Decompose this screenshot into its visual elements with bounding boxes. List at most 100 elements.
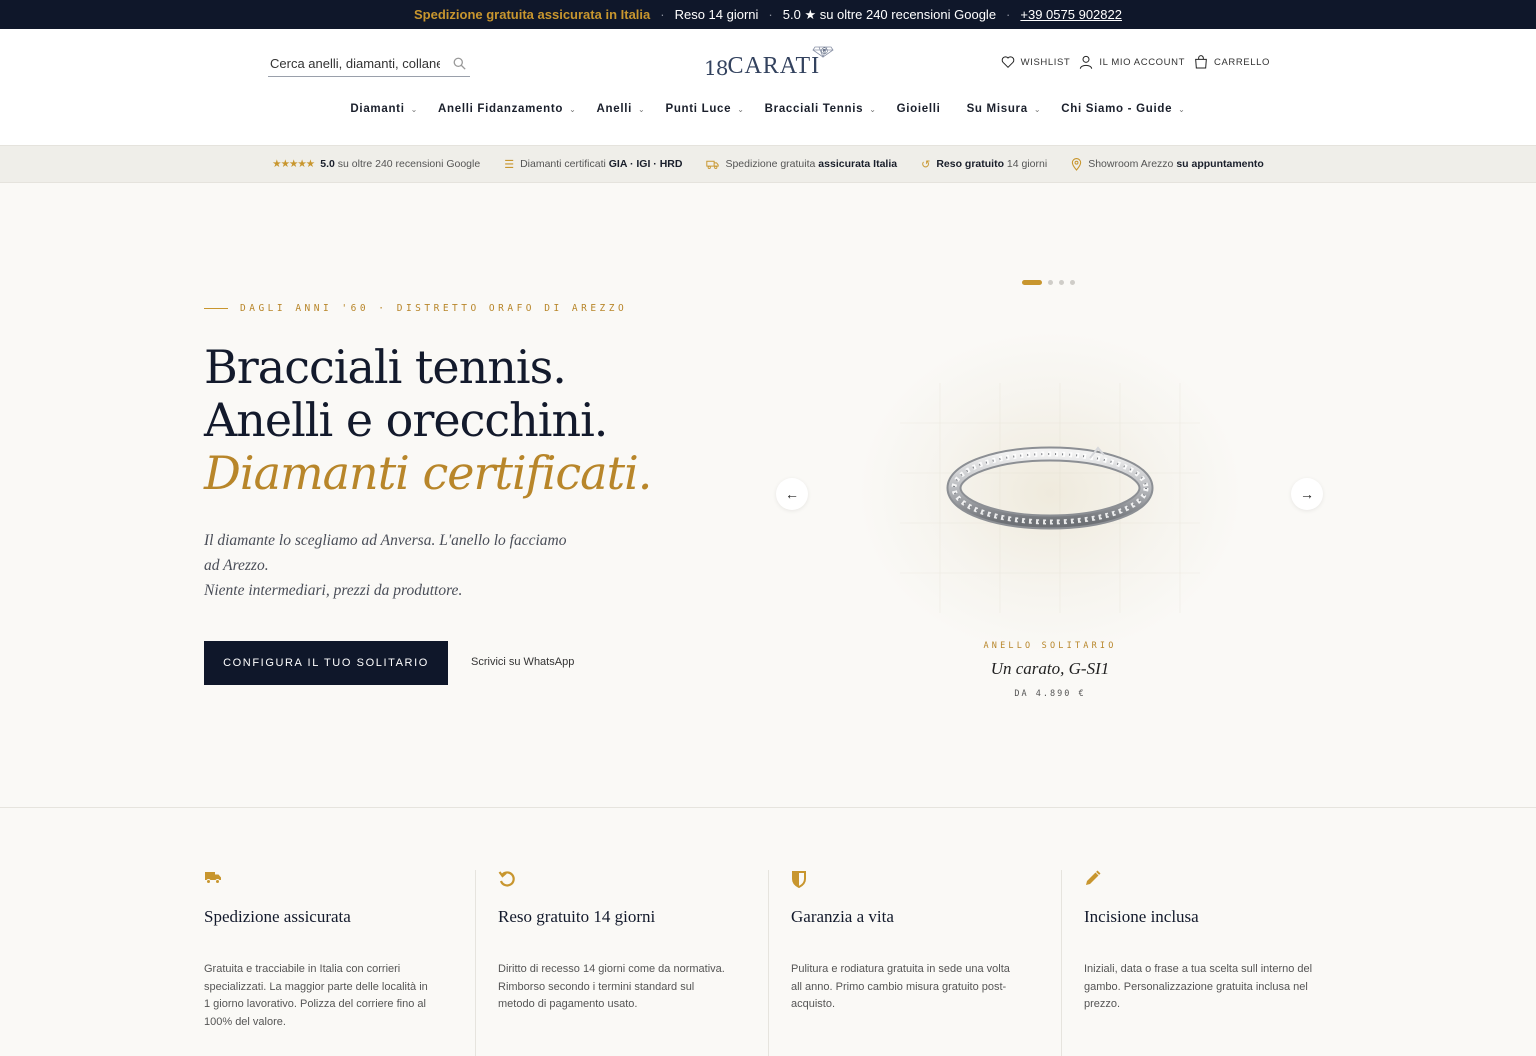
shield-icon	[791, 870, 1061, 890]
feature-text: Pulitura e rodiatura gratuita in sede un…	[791, 963, 1010, 1010]
chevron-down-icon: ⌄	[410, 104, 418, 114]
site-logo[interactable]: 18 CARATI ®	[704, 46, 844, 80]
hero-title: Bracciali tennis. Anelli e orecchini. Di…	[204, 341, 652, 500]
trust-certificates: ☰ Diamanti certificati GIA · IGI · HRD	[504, 158, 682, 171]
showroom-text: Showroom Arezzo	[1088, 158, 1174, 170]
account-label: IL MIO ACCOUNT	[1099, 56, 1185, 68]
cart-button[interactable]: CARRELLO	[1193, 54, 1270, 70]
product-category: ANELLO SOLITARIO	[983, 641, 1117, 651]
hero-title-line2: Anelli e orecchini.	[204, 393, 608, 447]
trust-returns: ↺ Reso gratuito 14 giorni	[921, 158, 1047, 171]
feature-title: Spedizione assicurata	[204, 907, 351, 926]
chevron-down-icon: ⌄	[869, 104, 877, 114]
announcement-returns: Reso 14 giorni	[674, 7, 759, 22]
arrow-left-icon: ←	[785, 486, 799, 502]
slider-dot-1[interactable]	[1022, 280, 1042, 285]
ship-bold: assicurata Italia	[818, 158, 898, 170]
hero-eyebrow: DAGLI ANNI '60 · DISTRETTO ORAFO DI AREZ…	[204, 303, 627, 314]
search-icon[interactable]	[453, 57, 466, 70]
features-section: Spedizione assicurata Gratuita e traccia…	[0, 808, 1536, 1056]
chevron-down-icon: ⌄	[569, 104, 577, 114]
feature-engraving: Incisione inclusa Iniziali, data o frase…	[1061, 870, 1354, 1056]
phone-link[interactable]: +39 0575 902822	[1020, 7, 1122, 22]
chevron-down-icon: ⌄	[1033, 104, 1042, 114]
return-bold: Reso gratuito	[936, 158, 1004, 170]
truck-icon	[706, 160, 720, 169]
trust-bar: ★★★★★ 5.0 su oltre 240 recensioni Google…	[0, 145, 1536, 183]
nav-label: Gioielli	[896, 103, 941, 115]
return-text: 14 giorni	[1006, 158, 1048, 170]
feature-returns: Reso gratuito 14 giorni Diritto di reces…	[475, 870, 768, 1056]
feature-text: Diritto di recesso 14 giorni come da nor…	[498, 963, 725, 1010]
header-actions: WISHLIST IL MIO ACCOUNT CARRELLO	[1000, 54, 1270, 70]
nav-item-bracciali-tennis[interactable]: Bracciali Tennis ⌄	[755, 103, 887, 115]
pencil-icon	[1084, 870, 1354, 890]
feature-text: Iniziali, data o frase a tua scelta sull…	[1084, 963, 1313, 1010]
nav-item-anelli-fidanzamento[interactable]: Anelli Fidanzamento ⌄	[428, 103, 587, 115]
search-input[interactable]	[270, 56, 440, 71]
layers-icon: ☰	[504, 158, 515, 171]
chevron-down-icon: ⌄	[1178, 104, 1186, 114]
chevron-down-icon: ⌄	[737, 104, 745, 114]
hero-lead-line1: Il diamante lo scegliamo ad Anversa. L'a…	[204, 532, 567, 574]
chevron-down-icon: ⌄	[638, 104, 646, 114]
separator-dot: ·	[660, 7, 665, 22]
nav-item-punti-luce[interactable]: Punti Luce ⌄	[655, 103, 754, 115]
slider-prev-button[interactable]: ←	[776, 478, 808, 510]
ship-text: Spedizione gratuita	[725, 158, 816, 170]
nav-label: Bracciali Tennis	[764, 103, 864, 115]
return-icon	[498, 870, 768, 890]
nav-label: Punti Luce	[665, 103, 732, 115]
eyebrow-text: DAGLI ANNI '60 · DISTRETTO ORAFO DI AREZ…	[240, 303, 628, 314]
nav-label: Chi Siamo - Guide	[1061, 103, 1173, 115]
separator-dot: ·	[768, 7, 773, 22]
logo-number: 18	[704, 56, 728, 80]
slider-next-button[interactable]: →	[1291, 478, 1323, 510]
feature-shipping: Spedizione assicurata Gratuita e traccia…	[204, 870, 497, 1056]
wishlist-button[interactable]: WISHLIST	[1000, 54, 1071, 70]
announcement-bar: Spedizione gratuita assicurata in Italia…	[0, 0, 1536, 29]
hero-lead-line2: Niente intermediari, prezzi da produttor…	[204, 582, 463, 599]
logo-word: CARATI	[727, 53, 821, 79]
nav-label: Su Misura	[966, 103, 1028, 115]
account-button[interactable]: IL MIO ACCOUNT	[1078, 54, 1185, 70]
arrow-right-icon: →	[1300, 486, 1314, 502]
user-icon	[1080, 55, 1093, 69]
return-icon: ↺	[921, 158, 931, 171]
nav-item-gioielli[interactable]: Gioielli	[887, 103, 957, 115]
hero-title-line3: Diamanti certificati.	[204, 446, 652, 500]
logo-diamond-icon	[812, 46, 834, 58]
rating-value: 5.0	[320, 158, 335, 170]
rating-text: su oltre 240 recensioni Google	[337, 158, 481, 170]
nav-item-su-misura[interactable]: Su Misura ⌄	[957, 103, 1052, 115]
product-price: DA 4.890 €	[1014, 689, 1086, 699]
nav-label: Diamanti	[350, 103, 405, 115]
bag-icon	[1195, 55, 1207, 69]
nav-label: Anelli Fidanzamento	[438, 103, 564, 115]
nav-label: Anelli	[596, 103, 633, 115]
feature-title: Garanzia a vita	[791, 907, 894, 926]
hero-lead: Il diamante lo scegliamo ad Anversa. L'a…	[204, 528, 574, 603]
site-header: 18 CARATI ® WISHLIST IL MIO ACCOUNT CARR…	[0, 29, 1536, 145]
nav-item-anelli[interactable]: Anelli ⌄	[587, 103, 656, 115]
cert-labs: GIA · IGI · HRD	[608, 158, 683, 170]
product-name[interactable]: Un carato, G-SI1	[0, 659, 1536, 679]
trust-showroom: Showroom Arezzo su appuntamento	[1071, 157, 1264, 171]
trust-shipping: Spedizione gratuita assicurata Italia	[706, 158, 897, 170]
main-nav: Diamanti ⌄ Anelli Fidanzamento ⌄ Anelli ⌄ P…	[0, 103, 1536, 115]
feature-warranty: Garanzia a vita Pulitura e rodiatura gra…	[768, 870, 1061, 1056]
stars-icon: ★★★★★	[272, 158, 315, 170]
slider-dots	[1022, 280, 1075, 285]
slider-dot-2[interactable]	[1048, 280, 1053, 285]
nav-item-chi-siamo[interactable]: Chi Siamo - Guide ⌄	[1051, 103, 1195, 115]
announcement-rating: 5.0 ★ su oltre 240 recensioni Google	[782, 6, 997, 22]
eyebrow-rule	[204, 308, 228, 309]
feature-title: Reso gratuito 14 giorni	[498, 907, 656, 926]
slider-dot-4[interactable]	[1070, 280, 1075, 285]
slider-dot-3[interactable]	[1059, 280, 1064, 285]
nav-item-diamanti[interactable]: Diamanti ⌄	[340, 103, 428, 115]
map-pin-icon	[1072, 157, 1082, 171]
feature-text: Gratuita e tracciabile in Italia con cor…	[204, 963, 428, 1028]
wishlist-label: WISHLIST	[1020, 56, 1071, 68]
showroom-bold: su appuntamento	[1176, 158, 1264, 170]
